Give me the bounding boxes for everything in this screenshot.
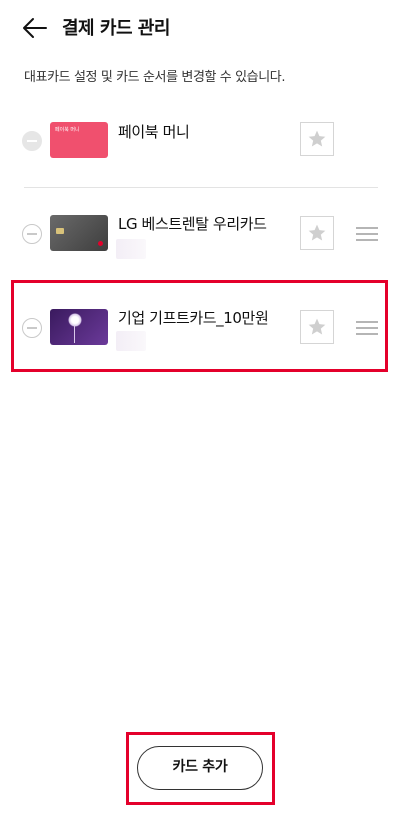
page-description: 대표카드 설정 및 카드 순서를 변경할 수 있습니다. bbox=[24, 70, 286, 85]
card-thumbnail: 페이북 머니 bbox=[50, 122, 108, 158]
arrow-left-icon bbox=[23, 18, 47, 38]
back-button[interactable] bbox=[22, 16, 48, 40]
star-icon bbox=[308, 224, 326, 241]
card-name: LG 베스트렌탈 우리카드 bbox=[118, 215, 267, 233]
set-primary-card-button[interactable] bbox=[300, 216, 334, 250]
remove-card-button[interactable] bbox=[22, 224, 42, 244]
set-primary-card-button[interactable] bbox=[300, 122, 334, 156]
card-number-masked bbox=[116, 239, 146, 259]
card-row-lg-best-rental: LG 베스트렌탈 우리카드 bbox=[0, 197, 400, 269]
star-icon bbox=[308, 130, 326, 147]
card-thumbnail-label: 페이북 머니 bbox=[55, 127, 80, 133]
card-name: 페이북 머니 bbox=[118, 123, 190, 141]
divider bbox=[24, 187, 378, 188]
highlight-box-add-card bbox=[126, 732, 275, 805]
card-chip-icon bbox=[56, 228, 64, 234]
page-title: 결제 카드 관리 bbox=[62, 18, 170, 39]
card-logo-dot-icon bbox=[98, 241, 103, 246]
reorder-handle-icon[interactable] bbox=[356, 227, 378, 241]
card-thumbnail bbox=[50, 215, 108, 251]
remove-card-button[interactable] bbox=[22, 131, 42, 151]
header: 결제 카드 관리 bbox=[0, 0, 400, 56]
highlight-box-gift-card bbox=[11, 280, 388, 372]
card-row-paybook-money: 페이북 머니 페이북 머니 bbox=[0, 104, 400, 176]
